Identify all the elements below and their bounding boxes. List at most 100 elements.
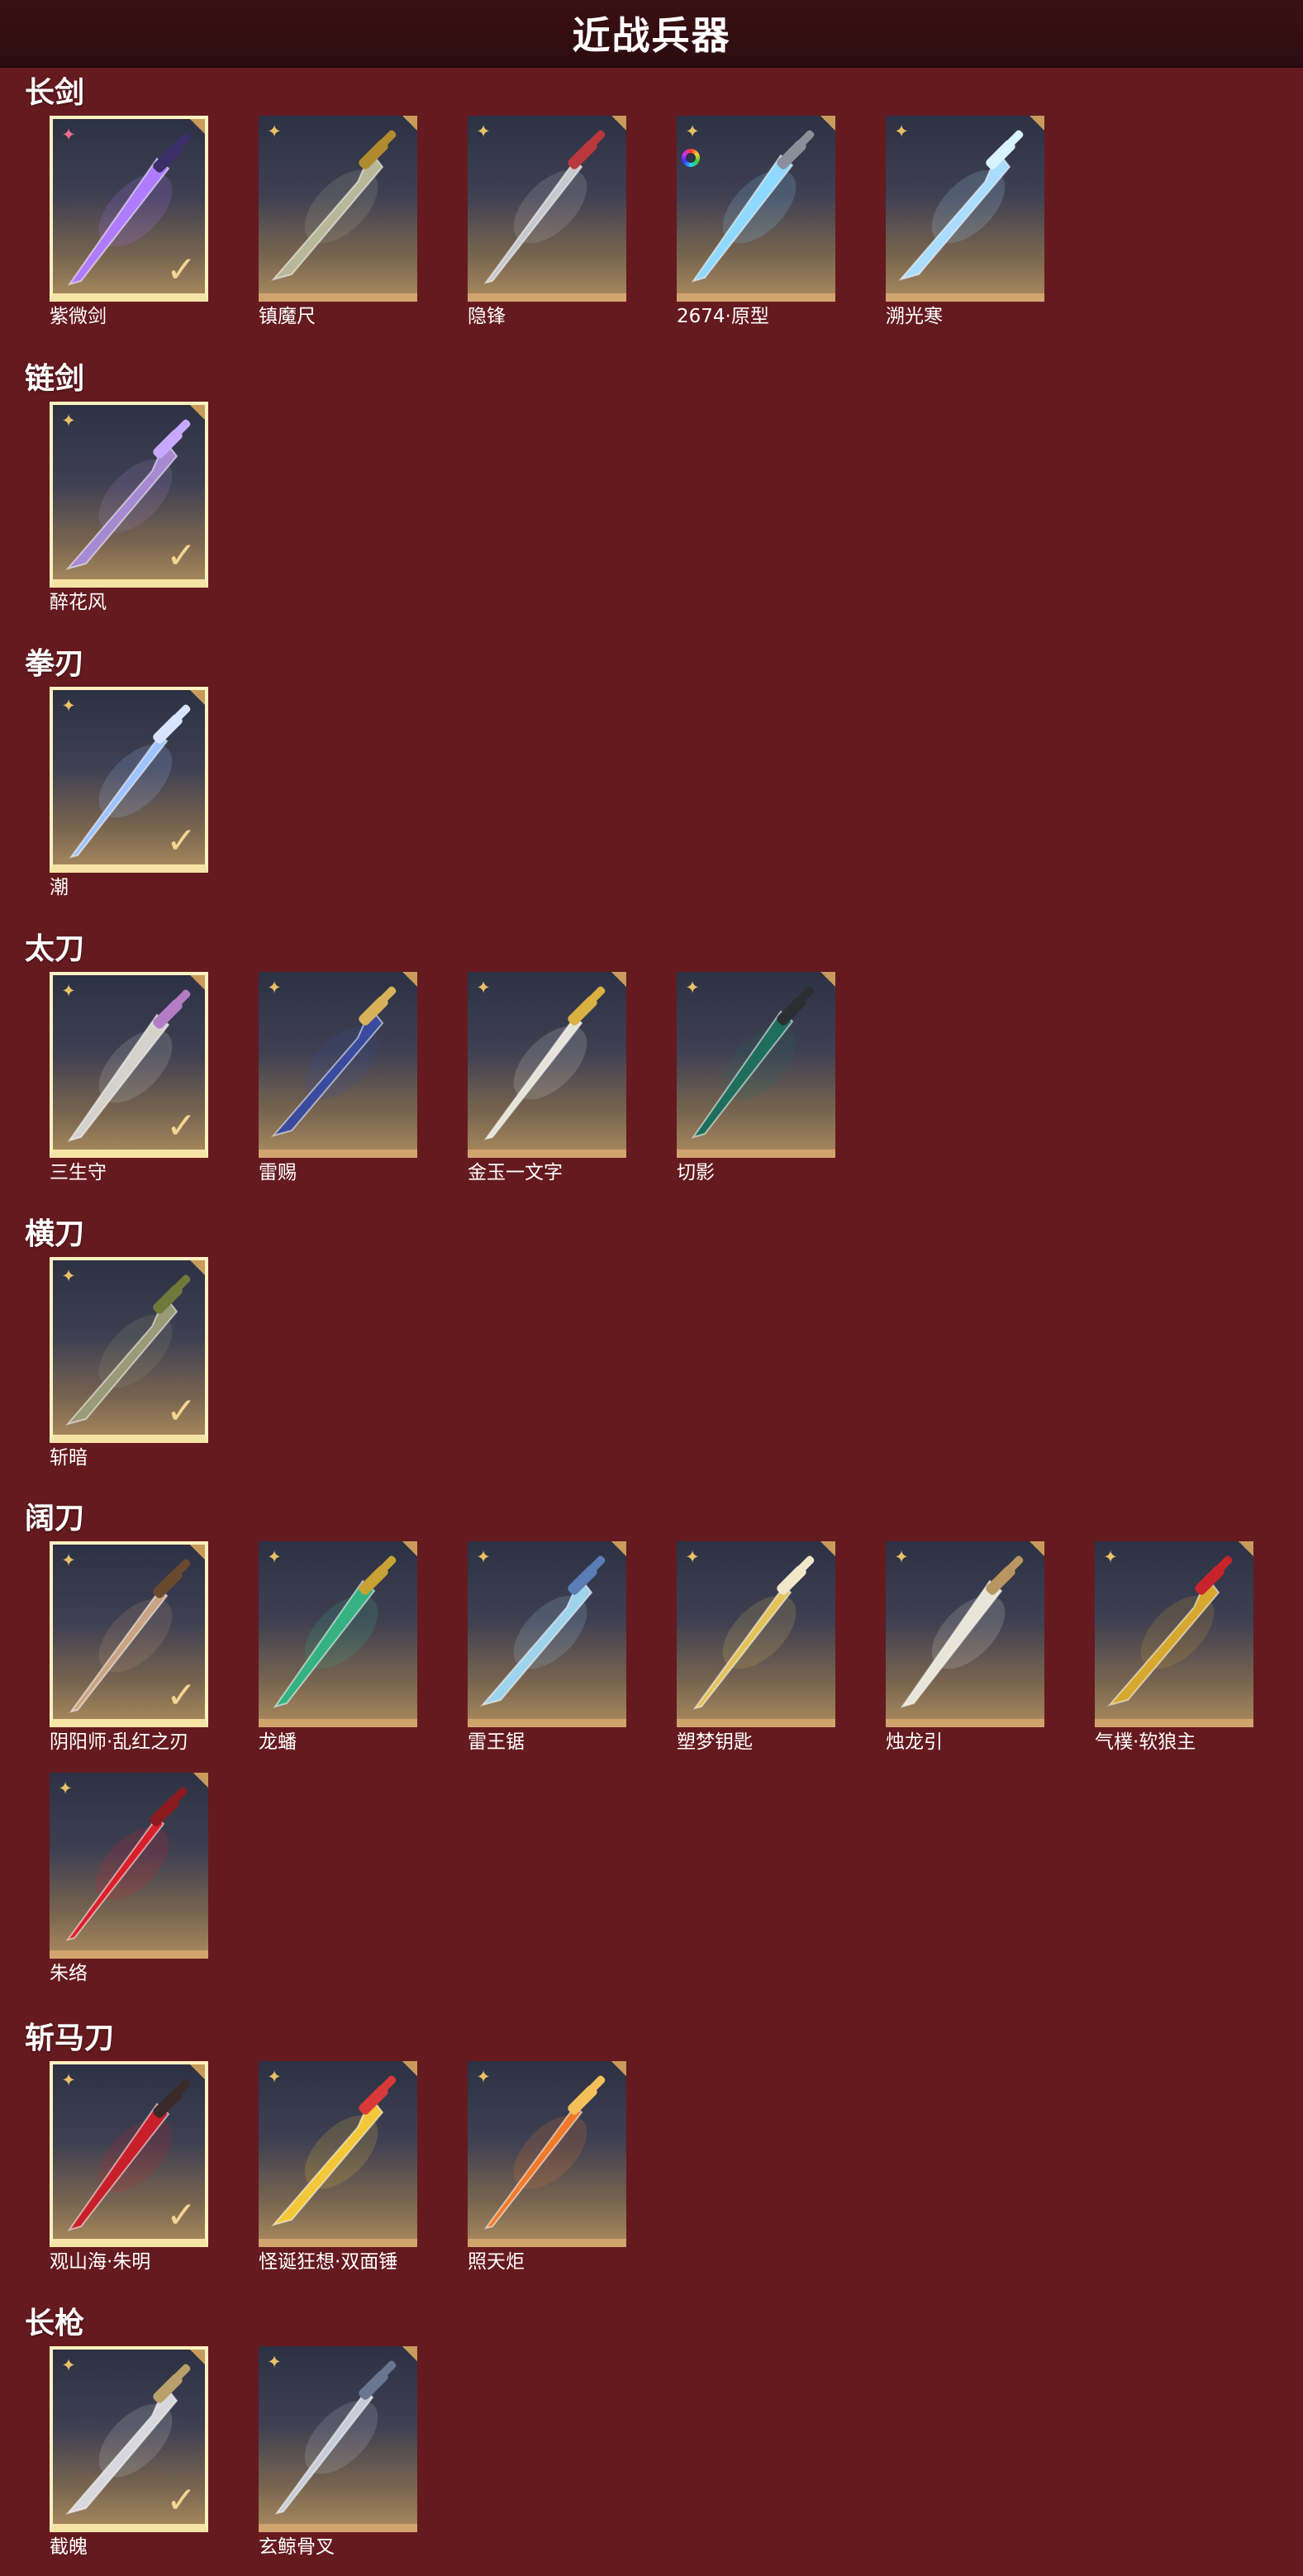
four-point-star-icon: ✦ <box>61 1266 76 1286</box>
weapon-thumbnail[interactable]: ✦ ✓ <box>50 972 208 1158</box>
weapon-thumbnail[interactable]: ✦ <box>259 1541 417 1727</box>
weapon-thumbnail[interactable]: ✦ <box>468 2061 626 2247</box>
weapon-card[interactable]: ✦ 玄鲸骨叉 <box>259 2346 417 2558</box>
weapon-thumbnail[interactable]: ✦ ✓ <box>50 2346 208 2532</box>
weapon-card[interactable]: ✦ 金玉一文字 <box>468 972 626 1183</box>
weapon-name: 截魄 <box>50 2536 88 2558</box>
four-point-star-icon: ✦ <box>267 1547 282 1567</box>
weapon-thumbnail[interactable]: ✦ <box>468 972 626 1158</box>
weapon-image <box>483 130 606 284</box>
weapon-card[interactable]: ✦ ✓ 紫微剑 <box>50 116 208 327</box>
weapon-card[interactable]: ✦ ✓ 观山海·朱明 <box>50 2061 208 2273</box>
weapon-thumbnail[interactable]: ✦ <box>677 972 835 1158</box>
weapon-thumbnail[interactable]: ✦ <box>468 1541 626 1727</box>
corner-fold-icon <box>820 116 835 131</box>
weapon-thumbnail[interactable]: ✦ <box>468 116 626 302</box>
four-point-star-icon: ✦ <box>58 1778 73 1798</box>
checkmark-icon: ✓ <box>166 1105 197 1147</box>
weapon-thumbnail[interactable]: ✦ ✓ <box>50 687 208 873</box>
four-point-star-icon: ✦ <box>894 121 909 141</box>
corner-fold-icon <box>402 2346 417 2361</box>
four-point-star-icon: ✦ <box>61 1550 76 1570</box>
weapon-card[interactable]: ✦ ✓ 醉花风 <box>50 402 208 613</box>
four-point-star-icon: ✦ <box>476 1547 491 1567</box>
weapon-thumbnail[interactable]: ✦ <box>259 2346 417 2532</box>
weapon-thumbnail[interactable]: ✦ ✓ <box>50 1541 208 1727</box>
weapon-thumbnail[interactable]: ✦ ✓ <box>50 402 208 588</box>
rgb-ring-icon <box>682 149 700 167</box>
section-title: 阔刀 <box>25 1502 85 1536</box>
weapon-image <box>483 986 606 1140</box>
weapon-thumbnail[interactable]: ✦ <box>677 1541 835 1727</box>
checkmark-icon: ✓ <box>166 1390 197 1432</box>
weapon-card[interactable]: ✦ 怪诞狂想·双面锤 <box>259 2061 417 2273</box>
weapon-card[interactable]: ✦ ✓ 潮 <box>50 687 208 898</box>
weapon-name: 斩暗 <box>50 1447 88 1469</box>
weapon-image <box>691 986 815 1139</box>
weapon-name: 2674·原型 <box>677 306 769 327</box>
weapon-name: 潮 <box>50 877 69 898</box>
corner-fold-icon <box>611 116 626 131</box>
checkmark-icon: ✓ <box>166 820 197 862</box>
corner-fold-icon <box>190 2350 205 2364</box>
weapon-card[interactable]: ✦ ✓ 三生守 <box>50 972 208 1183</box>
weapon-card[interactable]: ✦ 塑梦钥匙 <box>677 1541 835 1753</box>
weapon-name: 怪诞狂想·双面锤 <box>259 2251 398 2273</box>
weapon-image <box>480 1555 606 1707</box>
weapon-card[interactable]: ✦ 镇魔尺 <box>259 116 417 327</box>
weapon-card[interactable]: ✦ 隐锋 <box>468 116 626 327</box>
corner-fold-icon <box>611 1541 626 1556</box>
four-point-star-icon: ✦ <box>685 978 700 998</box>
four-point-star-icon: ✦ <box>61 696 76 716</box>
four-point-star-icon: ✦ <box>685 1547 700 1567</box>
weapon-card[interactable]: ✦ 2674·原型 <box>677 116 835 327</box>
corner-fold-icon <box>190 405 205 420</box>
weapon-image <box>271 986 397 1137</box>
four-point-star-icon: ✦ <box>61 125 76 145</box>
weapon-thumbnail[interactable]: ✦ <box>1095 1541 1253 1727</box>
weapon-name: 气樸·软狼主 <box>1095 1731 1196 1753</box>
weapon-thumbnail[interactable]: ✦ <box>50 1773 208 1959</box>
weapon-card[interactable]: ✦ 朱络 <box>50 1773 208 1984</box>
four-point-star-icon: ✦ <box>476 2067 491 2087</box>
weapon-image <box>900 1555 1024 1708</box>
weapon-thumbnail[interactable]: ✦ <box>259 2061 417 2247</box>
weapon-thumbnail[interactable]: ✦ <box>259 972 417 1158</box>
weapon-card[interactable]: ✦ ✓ 截魄 <box>50 2346 208 2558</box>
weapon-card[interactable]: ✦ ✓ 斩暗 <box>50 1257 208 1469</box>
corner-fold-icon <box>1030 1541 1044 1556</box>
weapon-name: 溯光寒 <box>886 306 943 327</box>
weapon-card[interactable]: ✦ 气樸·软狼主 <box>1095 1541 1253 1753</box>
four-point-star-icon: ✦ <box>61 2070 76 2090</box>
corner-fold-icon <box>193 1773 208 1788</box>
weapon-thumbnail[interactable]: ✦ <box>259 116 417 302</box>
weapon-thumbnail[interactable]: ✦ ✓ <box>50 2061 208 2247</box>
weapon-card[interactable]: ✦ 烛龙引 <box>886 1541 1044 1753</box>
section-title: 横刀 <box>25 1217 85 1251</box>
weapon-card[interactable]: ✦ 照天炬 <box>468 2061 626 2273</box>
weapon-card[interactable]: ✦ ✓ 阴阳师·乱红之刃 <box>50 1541 208 1753</box>
weapon-name: 照天炬 <box>468 2251 525 2273</box>
weapon-card[interactable]: ✦ 雷王锯 <box>468 1541 626 1753</box>
weapon-thumbnail[interactable]: ✦ <box>677 116 835 302</box>
weapon-thumbnail[interactable]: ✦ <box>886 1541 1044 1727</box>
corner-fold-icon <box>611 972 626 987</box>
weapon-thumbnail[interactable]: ✦ ✓ <box>50 116 208 302</box>
corner-fold-icon <box>402 972 417 987</box>
weapon-card[interactable]: ✦ 龙蟠 <box>259 1541 417 1753</box>
corner-fold-icon <box>190 1545 205 1559</box>
weapon-thumbnail[interactable]: ✦ <box>886 116 1044 302</box>
weapon-card[interactable]: ✦ 溯光寒 <box>886 116 1044 327</box>
section-title: 长剑 <box>25 76 85 110</box>
page-title: 近战兵器 <box>572 13 731 58</box>
weapon-name: 镇魔尺 <box>259 306 316 327</box>
weapon-name: 三生守 <box>50 1162 107 1183</box>
weapon-thumbnail[interactable]: ✦ ✓ <box>50 1257 208 1443</box>
four-point-star-icon: ✦ <box>1103 1547 1118 1567</box>
weapon-image <box>483 2075 606 2230</box>
checkmark-icon: ✓ <box>166 535 197 577</box>
weapon-name: 朱络 <box>50 1963 88 1984</box>
weapon-card[interactable]: ✦ 雷赐 <box>259 972 417 1183</box>
corner-fold-icon <box>190 690 205 705</box>
weapon-card[interactable]: ✦ 切影 <box>677 972 835 1183</box>
